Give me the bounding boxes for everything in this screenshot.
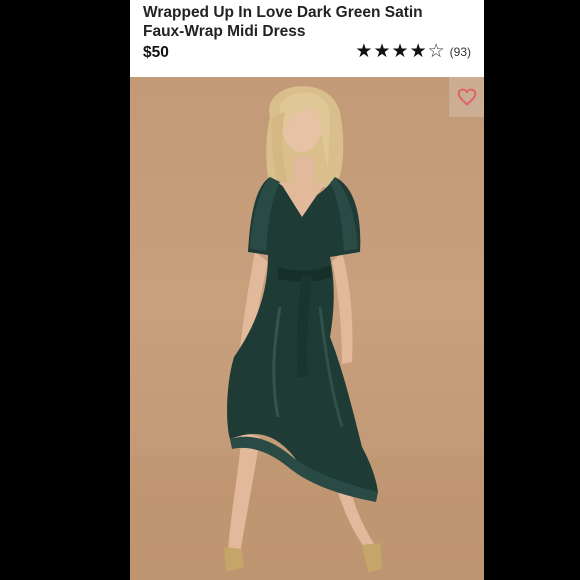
favorite-button[interactable] [449,77,484,117]
star-filled-icon: ★ [409,41,427,62]
review-count[interactable]: (93) [450,45,471,59]
product-price: $50 [143,44,169,61]
star-filled-icon: ★ [355,41,373,62]
rating-stars[interactable]: ★ ★ ★ ★ ☆ (93) [355,42,471,62]
product-header: Wrapped Up In Love Dark Green Satin Faux… [130,0,484,77]
product-title[interactable]: Wrapped Up In Love Dark Green Satin Faux… [143,3,463,41]
model-illustration [130,86,484,580]
star-filled-icon: ★ [373,41,391,62]
star-filled-icon: ★ [391,41,409,62]
product-card: Wrapped Up In Love Dark Green Satin Faux… [130,0,484,580]
star-empty-icon: ☆ [427,41,445,62]
product-photo[interactable] [130,77,484,580]
heart-icon [457,88,476,106]
screenshot-frame: Wrapped Up In Love Dark Green Satin Faux… [0,0,580,580]
